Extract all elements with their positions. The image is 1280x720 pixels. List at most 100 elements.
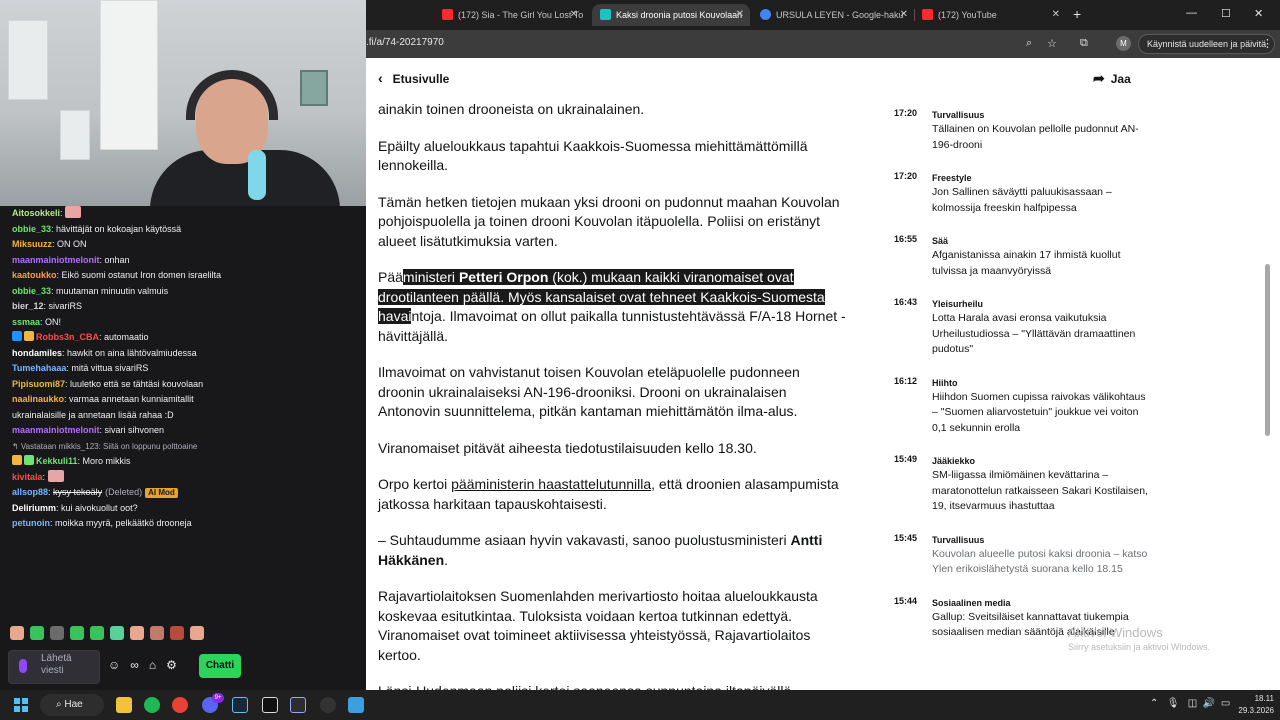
chat-input[interactable]: Lähetä viesti: [8, 650, 100, 684]
store-icon[interactable]: ⌂: [149, 658, 156, 672]
tab-youtube[interactable]: (172) YouTube ✕: [916, 4, 1066, 26]
emote-icon[interactable]: [10, 626, 24, 640]
channel-points-icon[interactable]: ∞: [130, 658, 139, 672]
emote-icon[interactable]: [190, 626, 204, 640]
youtube-icon: [922, 9, 933, 20]
maximize-button[interactable]: ☐: [1221, 7, 1231, 20]
chat-text: automaatio: [104, 332, 149, 342]
chat-username[interactable]: Tumehahaaa: [12, 363, 66, 373]
chat-message: maanmainiotmelonit: sivari sihvonen: [12, 423, 242, 439]
settings-gear-icon[interactable]: ⚙: [166, 658, 177, 672]
scrollbar[interactable]: [1262, 58, 1272, 690]
capcut-icon[interactable]: [262, 697, 278, 713]
chat-username[interactable]: obbie_33: [12, 286, 51, 296]
activate-windows-watermark: Aktivoi Windows Siirry asetuksiin ja akt…: [1068, 625, 1210, 652]
chat-username[interactable]: kivitala: [12, 472, 43, 482]
chat-username[interactable]: maanmainiotmelonit: [12, 425, 100, 435]
chat-username[interactable]: bier_12: [12, 301, 44, 311]
chat-username[interactable]: Pipisuomi87: [12, 379, 65, 389]
chat-username[interactable]: obbie_33: [12, 224, 51, 234]
chat-username[interactable]: Aitosokkeli: [12, 208, 60, 218]
chat-username[interactable]: Kekkuli11: [36, 456, 78, 466]
chat-username[interactable]: kaatoukko: [12, 270, 57, 280]
feed-headline[interactable]: Kouvolan alueelle putosi kaksi droonia –…: [932, 547, 1154, 578]
feed-headline[interactable]: Jon Sallinen säväytti paluukisassaan – k…: [932, 185, 1154, 216]
scrollbar-thumb[interactable]: [1265, 264, 1270, 436]
emote-icon[interactable]: [130, 626, 144, 640]
feed-item[interactable]: 17:20 Freestyle Jon Sallinen säväytti palu…: [894, 171, 1154, 216]
chrome-icon[interactable]: [172, 697, 188, 713]
close-window-button[interactable]: ✕: [1254, 7, 1263, 20]
close-tab-icon[interactable]: ✕: [736, 4, 744, 26]
tab-kouvola-article[interactable]: Kaksi droonia putosi Kouvolaan ✕: [592, 4, 750, 26]
feed-headline[interactable]: SM-liigassa ilmiömäinen kevättarina – ma…: [932, 468, 1154, 515]
spotify-icon[interactable]: [144, 697, 160, 713]
chat-message: kivitala:: [12, 469, 242, 486]
feed-headline[interactable]: Hiihdon Suomen cupissa raivokas välikoht…: [932, 390, 1154, 437]
chat-username[interactable]: Robbs3n_CBA: [36, 332, 99, 342]
emote-icon[interactable]: [70, 626, 84, 640]
chat-send-button[interactable]: Chatti: [199, 654, 241, 678]
tab-sia-youtube[interactable]: (172) Sia - The Girl You Lost To ✕: [436, 4, 584, 26]
address-bar[interactable]: .fi/a/74-20217970 ⌕ ☆ ⧉ M Käynnistä uude…: [366, 30, 1280, 58]
feed-headline[interactable]: Tällainen on Kouvolan pellolle pudonnut …: [932, 122, 1154, 153]
chat-username[interactable]: maanmainiotmelonit: [12, 255, 100, 265]
feed-item[interactable]: 15:45 Turvallisuus Kouvolan alueelle putos…: [894, 533, 1154, 578]
chat-username[interactable]: Deliriumm: [12, 503, 56, 513]
file-explorer-icon[interactable]: [116, 697, 132, 713]
feed-headline[interactable]: Afganistanissa ainakin 17 ihmistä kuollu…: [932, 248, 1154, 279]
chevron-up-icon[interactable]: ⌃: [1150, 698, 1158, 709]
microphone-icon[interactable]: 🎙: [1167, 698, 1180, 709]
feed-item[interactable]: 16:12 Hiihto Hiihdon Suomen cupissa raivok…: [894, 376, 1154, 437]
obs-icon[interactable]: [320, 697, 336, 713]
minimize-button[interactable]: —: [1186, 7, 1197, 19]
taskbar-clock[interactable]: 18.11 29.3.2026: [1228, 693, 1274, 717]
taskbar-search[interactable]: ⌕ Hae: [40, 694, 104, 716]
network-icon[interactable]: ◫: [1188, 698, 1197, 709]
microphone-icon[interactable]: [19, 659, 27, 673]
chat-emote-icon: [47, 469, 64, 482]
app-icon[interactable]: [290, 697, 306, 713]
feed-headline[interactable]: Lotta Harala avasi eronsa vaikutuksia Ur…: [932, 311, 1154, 358]
extensions-icon[interactable]: ⧉: [1080, 37, 1088, 50]
close-tab-icon[interactable]: ✕: [900, 4, 908, 26]
emote-icon[interactable]: [170, 626, 184, 640]
bookmark-star-icon[interactable]: ☆: [1047, 37, 1057, 50]
chat-username[interactable]: ssmaa: [12, 317, 40, 327]
zoom-icon[interactable]: ⌕: [1026, 37, 1032, 50]
chat-username[interactable]: hondamiles: [12, 348, 62, 358]
new-tab-button[interactable]: +: [1073, 6, 1081, 22]
chat-username[interactable]: naalinaukko: [12, 394, 64, 404]
chat-username[interactable]: Miksuuzz: [12, 239, 52, 249]
notes-icon[interactable]: [348, 697, 364, 713]
share-button[interactable]: ➦ Jaa: [1093, 70, 1131, 87]
text-run: tilanteen päällä. Myös kansalaiset ovat …: [406, 288, 825, 305]
feed-item[interactable]: 15:49 Jääkiekko SM-liigassa ilmiömäinen ke…: [894, 454, 1154, 515]
restart-update-button[interactable]: Käynnistä uudelleen ja päivitä: [1138, 34, 1276, 54]
menu-kebab-icon[interactable]: ⋮: [1262, 37, 1273, 50]
back-to-frontpage-link[interactable]: ‹ Etusivulle: [378, 70, 449, 86]
feed-item[interactable]: 17:20 Turvallisuus Tällainen on Kouvolan p…: [894, 108, 1154, 153]
feed-item[interactable]: 16:43 Yleisurheilu Lotta Harala avasi eron…: [894, 297, 1154, 358]
chat-message: Miksuuzz: ON ON: [12, 237, 242, 253]
news-feed: 17:20 Turvallisuus Tällainen on Kouvolan p…: [894, 108, 1154, 659]
emote-icon[interactable]: [30, 626, 44, 640]
url-text[interactable]: .fi/a/74-20217970: [366, 37, 444, 48]
volume-icon[interactable]: 🔊: [1203, 698, 1215, 709]
chat-username[interactable]: allsop88: [12, 487, 48, 497]
emote-icon[interactable]: [110, 626, 124, 640]
tab-google-search[interactable]: URSULA LEYEN - Google-haku ✕: [754, 4, 914, 26]
interview-link[interactable]: pääministerin haastattelutunnilla: [451, 476, 651, 492]
search-label: Hae: [64, 699, 83, 710]
close-tab-icon[interactable]: ✕: [570, 4, 578, 26]
emoji-icon[interactable]: ☺: [108, 658, 120, 672]
close-tab-icon[interactable]: ✕: [1052, 4, 1060, 26]
windows-start-icon[interactable]: [14, 698, 28, 712]
profile-avatar[interactable]: M: [1116, 36, 1131, 51]
emote-icon[interactable]: [90, 626, 104, 640]
feed-item[interactable]: 16:55 Sää Afganistanissa ainakin 17 ihmist…: [894, 234, 1154, 279]
steam-icon[interactable]: [232, 697, 248, 713]
chat-username[interactable]: petunoin: [12, 518, 50, 528]
emote-icon[interactable]: [50, 626, 64, 640]
emote-icon[interactable]: [150, 626, 164, 640]
